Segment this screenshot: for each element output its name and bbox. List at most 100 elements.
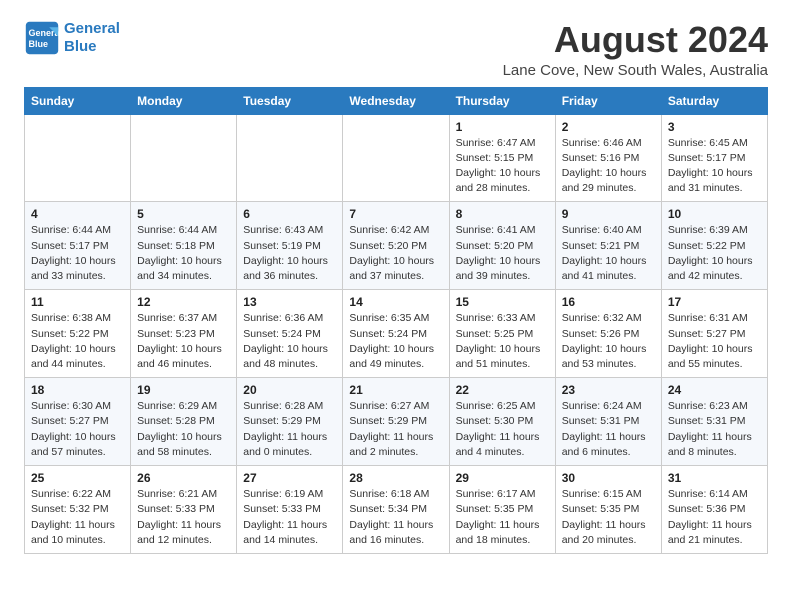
calendar-cell: 29 Sunrise: 6:17 AMSunset: 5:35 PMDayligh… [449, 466, 555, 554]
day-info: Sunrise: 6:15 AMSunset: 5:35 PMDaylight:… [562, 487, 655, 548]
day-number: 21 [349, 383, 442, 397]
week-row-1: 1 Sunrise: 6:47 AMSunset: 5:15 PMDaylight… [25, 114, 768, 202]
day-info: Sunrise: 6:21 AMSunset: 5:33 PMDaylight:… [137, 487, 230, 548]
weekday-header-sunday: Sunday [25, 87, 131, 114]
day-number: 17 [668, 295, 761, 309]
day-number: 1 [456, 120, 549, 134]
day-number: 7 [349, 207, 442, 221]
header: General Blue GeneralBlue August 2024 Lan… [24, 20, 768, 79]
calendar-cell: 8Sunrise: 6:41 AMSunset: 5:20 PMDaylight… [449, 202, 555, 290]
calendar-cell: 13 Sunrise: 6:36 AMSunset: 5:24 PMDayligh… [237, 290, 343, 378]
day-number: 31 [668, 471, 761, 485]
day-number: 16 [562, 295, 655, 309]
logo-text: GeneralBlue [64, 20, 120, 56]
calendar-cell: 30 Sunrise: 6:15 AMSunset: 5:35 PMDayligh… [555, 466, 661, 554]
day-number: 13 [243, 295, 336, 309]
calendar-cell: 19 Sunrise: 6:29 AMSunset: 5:28 PMDayligh… [131, 378, 237, 466]
day-number: 2 [562, 120, 655, 134]
day-info: Sunrise: 6:47 AMSunset: 5:15 PMDaylight:… [456, 136, 549, 197]
calendar-cell: 18 Sunrise: 6:30 AMSunset: 5:27 PMDayligh… [25, 378, 131, 466]
day-info: Sunrise: 6:45 AMSunset: 5:17 PMDaylight:… [668, 136, 761, 197]
day-number: 28 [349, 471, 442, 485]
calendar-cell: 23 Sunrise: 6:24 AMSunset: 5:31 PMDayligh… [555, 378, 661, 466]
logo: General Blue GeneralBlue [24, 20, 120, 56]
day-number: 20 [243, 383, 336, 397]
day-info: Sunrise: 6:25 AMSunset: 5:30 PMDaylight:… [456, 399, 549, 460]
day-info: Sunrise: 6:36 AMSunset: 5:24 PMDaylight:… [243, 311, 336, 372]
day-info: Sunrise: 6:23 AMSunset: 5:31 PMDaylight:… [668, 399, 761, 460]
day-info: Sunrise: 6:29 AMSunset: 5:28 PMDaylight:… [137, 399, 230, 460]
day-number: 10 [668, 207, 761, 221]
day-info: Sunrise: 6:33 AMSunset: 5:25 PMDaylight:… [456, 311, 549, 372]
day-number: 26 [137, 471, 230, 485]
calendar-cell: 27Sunrise: 6:19 AMSunset: 5:33 PMDayligh… [237, 466, 343, 554]
day-info: Sunrise: 6:41 AMSunset: 5:20 PMDaylight:… [456, 223, 549, 284]
day-info: Sunrise: 6:14 AMSunset: 5:36 PMDaylight:… [668, 487, 761, 548]
day-info: Sunrise: 6:38 AMSunset: 5:22 PMDaylight:… [31, 311, 124, 372]
day-number: 11 [31, 295, 124, 309]
day-number: 18 [31, 383, 124, 397]
day-info: Sunrise: 6:27 AMSunset: 5:29 PMDaylight:… [349, 399, 442, 460]
calendar-cell: 17Sunrise: 6:31 AMSunset: 5:27 PMDayligh… [661, 290, 767, 378]
week-row-4: 18 Sunrise: 6:30 AMSunset: 5:27 PMDayligh… [25, 378, 768, 466]
day-number: 30 [562, 471, 655, 485]
day-number: 6 [243, 207, 336, 221]
calendar-table: SundayMondayTuesdayWednesdayThursdayFrid… [24, 87, 768, 554]
day-info: Sunrise: 6:40 AMSunset: 5:21 PMDaylight:… [562, 223, 655, 284]
page-subtitle: Lane Cove, New South Wales, Australia [503, 62, 768, 79]
calendar-cell: 16 Sunrise: 6:32 AMSunset: 5:26 PMDayligh… [555, 290, 661, 378]
calendar-cell: 11 Sunrise: 6:38 AMSunset: 5:22 PMDayligh… [25, 290, 131, 378]
calendar-cell: 22Sunrise: 6:25 AMSunset: 5:30 PMDayligh… [449, 378, 555, 466]
weekday-header-row: SundayMondayTuesdayWednesdayThursdayFrid… [25, 87, 768, 114]
day-info: Sunrise: 6:30 AMSunset: 5:27 PMDaylight:… [31, 399, 124, 460]
weekday-header-tuesday: Tuesday [237, 87, 343, 114]
day-info: Sunrise: 6:28 AMSunset: 5:29 PMDaylight:… [243, 399, 336, 460]
calendar-cell: 2Sunrise: 6:46 AMSunset: 5:16 PMDaylight… [555, 114, 661, 202]
day-info: Sunrise: 6:24 AMSunset: 5:31 PMDaylight:… [562, 399, 655, 460]
calendar-cell: 31 Sunrise: 6:14 AMSunset: 5:36 PMDayligh… [661, 466, 767, 554]
calendar-cell: 26 Sunrise: 6:21 AMSunset: 5:33 PMDayligh… [131, 466, 237, 554]
calendar-cell: 6Sunrise: 6:43 AMSunset: 5:19 PMDaylight… [237, 202, 343, 290]
weekday-header-saturday: Saturday [661, 87, 767, 114]
calendar-cell: 25Sunrise: 6:22 AMSunset: 5:32 PMDayligh… [25, 466, 131, 554]
calendar-cell: 21 Sunrise: 6:27 AMSunset: 5:29 PMDayligh… [343, 378, 449, 466]
day-info: Sunrise: 6:37 AMSunset: 5:23 PMDaylight:… [137, 311, 230, 372]
calendar-cell: 20 Sunrise: 6:28 AMSunset: 5:29 PMDayligh… [237, 378, 343, 466]
day-info: Sunrise: 6:22 AMSunset: 5:32 PMDaylight:… [31, 487, 124, 548]
day-info: Sunrise: 6:35 AMSunset: 5:24 PMDaylight:… [349, 311, 442, 372]
calendar-cell [237, 114, 343, 202]
calendar-cell: 1 Sunrise: 6:47 AMSunset: 5:15 PMDaylight… [449, 114, 555, 202]
calendar-cell: 3 Sunrise: 6:45 AMSunset: 5:17 PMDaylight… [661, 114, 767, 202]
calendar-cell [131, 114, 237, 202]
week-row-3: 11 Sunrise: 6:38 AMSunset: 5:22 PMDayligh… [25, 290, 768, 378]
weekday-header-wednesday: Wednesday [343, 87, 449, 114]
day-number: 23 [562, 383, 655, 397]
day-info: Sunrise: 6:44 AMSunset: 5:18 PMDaylight:… [137, 223, 230, 284]
day-number: 12 [137, 295, 230, 309]
day-info: Sunrise: 6:42 AMSunset: 5:20 PMDaylight:… [349, 223, 442, 284]
day-number: 27 [243, 471, 336, 485]
day-number: 9 [562, 207, 655, 221]
day-number: 19 [137, 383, 230, 397]
title-area: August 2024 Lane Cove, New South Wales, … [503, 20, 768, 79]
weekday-header-friday: Friday [555, 87, 661, 114]
weekday-header-thursday: Thursday [449, 87, 555, 114]
logo-icon: General Blue [24, 20, 60, 56]
calendar-cell: 12 Sunrise: 6:37 AMSunset: 5:23 PMDayligh… [131, 290, 237, 378]
day-number: 3 [668, 120, 761, 134]
day-number: 29 [456, 471, 549, 485]
calendar-cell [343, 114, 449, 202]
day-number: 4 [31, 207, 124, 221]
week-row-5: 25Sunrise: 6:22 AMSunset: 5:32 PMDayligh… [25, 466, 768, 554]
day-info: Sunrise: 6:17 AMSunset: 5:35 PMDaylight:… [456, 487, 549, 548]
calendar-cell: 10Sunrise: 6:39 AMSunset: 5:22 PMDayligh… [661, 202, 767, 290]
calendar-cell: 24Sunrise: 6:23 AMSunset: 5:31 PMDayligh… [661, 378, 767, 466]
day-number: 5 [137, 207, 230, 221]
page-title: August 2024 [503, 20, 768, 60]
calendar-cell: 14Sunrise: 6:35 AMSunset: 5:24 PMDayligh… [343, 290, 449, 378]
day-info: Sunrise: 6:18 AMSunset: 5:34 PMDaylight:… [349, 487, 442, 548]
calendar-cell: 15Sunrise: 6:33 AMSunset: 5:25 PMDayligh… [449, 290, 555, 378]
day-info: Sunrise: 6:32 AMSunset: 5:26 PMDaylight:… [562, 311, 655, 372]
calendar-cell: 5 Sunrise: 6:44 AMSunset: 5:18 PMDaylight… [131, 202, 237, 290]
day-info: Sunrise: 6:44 AMSunset: 5:17 PMDaylight:… [31, 223, 124, 284]
